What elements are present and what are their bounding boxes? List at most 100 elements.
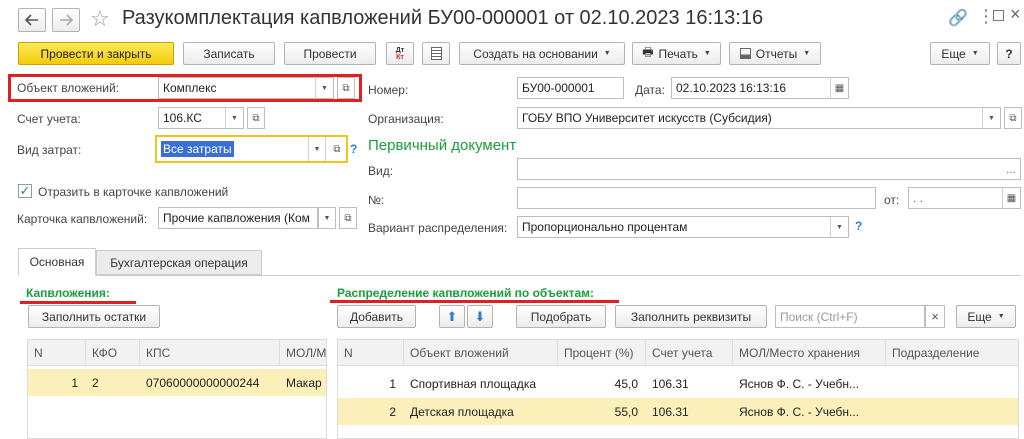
row-mol: Яснов Ф. С. - Учебн... — [739, 376, 860, 391]
table-more-button[interactable]: Еще ▼ — [956, 305, 1016, 328]
dropdown-arrow-icon[interactable]: ▼ — [308, 137, 326, 161]
tabs-underline — [18, 275, 1021, 276]
dropdown-arrow-icon: ▼ — [803, 50, 811, 57]
column-header[interactable]: Подразделение — [886, 340, 1018, 366]
checkmark-icon: ✓ — [19, 183, 31, 198]
object-field[interactable]: Комплекс ▼ — [158, 77, 334, 99]
number-label: Номер: — [368, 83, 409, 97]
tab-main[interactable]: Основная — [18, 248, 96, 276]
journal-button[interactable] — [422, 42, 450, 65]
column-header[interactable]: МОЛ/Место хранения — [733, 340, 886, 366]
dropdown-arrow-icon[interactable]: ▼ — [830, 217, 848, 237]
left-table: N КФО КПС МОЛ/М 1 2 07060000000000244 Ма… — [27, 339, 327, 439]
fill-props-button[interactable]: Заполнить реквизиты — [615, 305, 767, 328]
dropdown-arrow-icon[interactable]: ▼ — [982, 108, 1000, 128]
doc-number-label: №: — [368, 193, 385, 207]
move-up-button[interactable]: ⬆ — [439, 305, 465, 328]
add-button[interactable]: Добавить — [337, 305, 416, 328]
print-button[interactable]: 🖶 Печать ▼ — [632, 42, 721, 65]
doc-number-field[interactable] — [517, 187, 876, 209]
column-header[interactable]: N — [28, 340, 86, 366]
create-based-button[interactable]: Создать на основании ▼ — [459, 42, 625, 65]
move-down-button[interactable]: ⬇ — [467, 305, 493, 328]
dtkt-button[interactable]: Дт Кт — [386, 42, 414, 65]
column-header[interactable]: КФО — [86, 340, 140, 366]
calendar-icon[interactable]: ▦ — [830, 78, 848, 98]
window-title: Разукомплектация капвложений БУ00-000001… — [122, 7, 764, 29]
calendar-icon[interactable]: ▦ — [1002, 188, 1020, 208]
select-button[interactable]: Подобрать — [516, 305, 606, 328]
row-object: Детская площадка — [410, 404, 514, 419]
column-header[interactable]: N — [338, 340, 404, 366]
favorite-star-icon[interactable]: ☆ — [90, 6, 110, 32]
column-header[interactable]: Объект вложений — [404, 340, 558, 366]
open-card-button[interactable]: ⧉ — [339, 207, 357, 229]
arrow-left-icon — [25, 14, 38, 26]
column-header[interactable]: Счет учета — [646, 340, 733, 366]
list-icon — [430, 47, 442, 60]
object-label: Объект вложений: — [17, 81, 120, 95]
number-field[interactable]: БУ00-000001 — [517, 77, 624, 99]
search-input[interactable]: Поиск (Ctrl+F) — [775, 305, 925, 328]
row-account: 106.31 — [652, 404, 689, 419]
open-org-button[interactable]: ⧉ — [1004, 107, 1022, 129]
dropdown-arrow-icon[interactable]: ▼ — [225, 108, 243, 128]
row-mol: Яснов Ф. С. - Учебн... — [739, 404, 860, 419]
card-field[interactable]: Прочие капвложения (Ком — [158, 207, 318, 229]
reports-button[interactable]: Отчеты ▼ — [729, 42, 821, 65]
reflect-checkbox[interactable]: ✓ — [18, 184, 32, 198]
distribution-title-underline — [330, 300, 619, 303]
kind-field[interactable]: ... — [517, 158, 1021, 180]
forward-button[interactable] — [52, 8, 80, 32]
post-button[interactable]: Провести — [284, 42, 376, 65]
account-label: Счет учета: — [17, 112, 81, 126]
variant-field[interactable]: Пропорционально процентам ▼ — [517, 216, 849, 238]
clear-search-button[interactable]: × — [925, 305, 945, 328]
link-icon[interactable]: 🔗 — [948, 8, 968, 28]
date-field[interactable]: 02.10.2023 16:13:16 ▦ — [671, 77, 849, 99]
table-row[interactable]: 1 2 07060000000000244 Макар — [28, 369, 326, 396]
from-date-field[interactable]: . . ▦ — [908, 187, 1021, 209]
open-object-button[interactable]: ⧉ — [337, 77, 355, 99]
report-icon — [739, 48, 751, 59]
row-number: 1 — [71, 375, 78, 390]
investments-title: Капвложения: — [26, 286, 110, 300]
cost-help-icon[interactable]: ? — [350, 142, 357, 156]
distribution-table: N Объект вложений Процент (%) Счет учета… — [337, 339, 1019, 439]
row-percent: 45,0 — [614, 376, 638, 391]
dropdown-arrow-icon: ▼ — [703, 50, 711, 57]
more-dots-icon[interactable]: ... — [1006, 162, 1016, 176]
more-button[interactable]: Еще ▼ — [930, 42, 990, 65]
table-row[interactable]: 1 Спортивная площадка 45,0 106.31 Яснов … — [338, 370, 1018, 397]
card-label: Карточка капвложений: — [17, 212, 148, 226]
open-account-button[interactable]: ⧉ — [247, 107, 265, 129]
dtkt-icon: Дт Кт — [395, 46, 405, 61]
arrow-down-icon: ⬇ — [474, 308, 486, 324]
back-button[interactable] — [18, 8, 46, 32]
left-table-header: N КФО КПС МОЛ/М — [28, 340, 326, 366]
printer-icon: 🖶 — [642, 45, 654, 59]
dropdown-arrow-icon: ▼ — [603, 50, 611, 57]
open-icon[interactable]: ⧉ — [328, 137, 346, 161]
account-field[interactable]: 106.КС ▼ — [158, 107, 244, 129]
column-header[interactable]: МОЛ/М — [280, 340, 326, 366]
cost-type-field[interactable]: Все затраты ▼ ⧉ — [155, 135, 348, 163]
row-mol: Макар — [286, 375, 322, 390]
close-icon[interactable]: × — [1010, 4, 1021, 25]
column-header[interactable]: Процент (%) — [558, 340, 646, 366]
maximize-icon[interactable] — [993, 10, 1004, 21]
column-header[interactable]: КПС — [140, 340, 280, 366]
tab-accounting-operation[interactable]: Бухгалтерская операция — [96, 250, 262, 275]
table-row[interactable]: 2 Детская площадка 55,0 106.31 Яснов Ф. … — [338, 398, 1018, 425]
card-dropdown-button[interactable]: ▼ — [318, 207, 336, 229]
dropdown-arrow-icon[interactable]: ▼ — [315, 78, 333, 98]
row-account: 106.31 — [652, 376, 689, 391]
save-button[interactable]: Записать — [183, 42, 275, 65]
row-number: 2 — [389, 404, 396, 419]
row-kps: 07060000000000244 — [146, 375, 260, 390]
org-field[interactable]: ГОБУ ВПО Университет искусств (Субсидия)… — [517, 107, 1001, 129]
help-button[interactable]: ? — [997, 42, 1021, 65]
variant-help-icon[interactable]: ? — [855, 219, 862, 233]
fill-balances-button[interactable]: Заполнить остатки — [28, 305, 160, 328]
post-and-close-button[interactable]: Провести и закрыть — [18, 42, 174, 65]
